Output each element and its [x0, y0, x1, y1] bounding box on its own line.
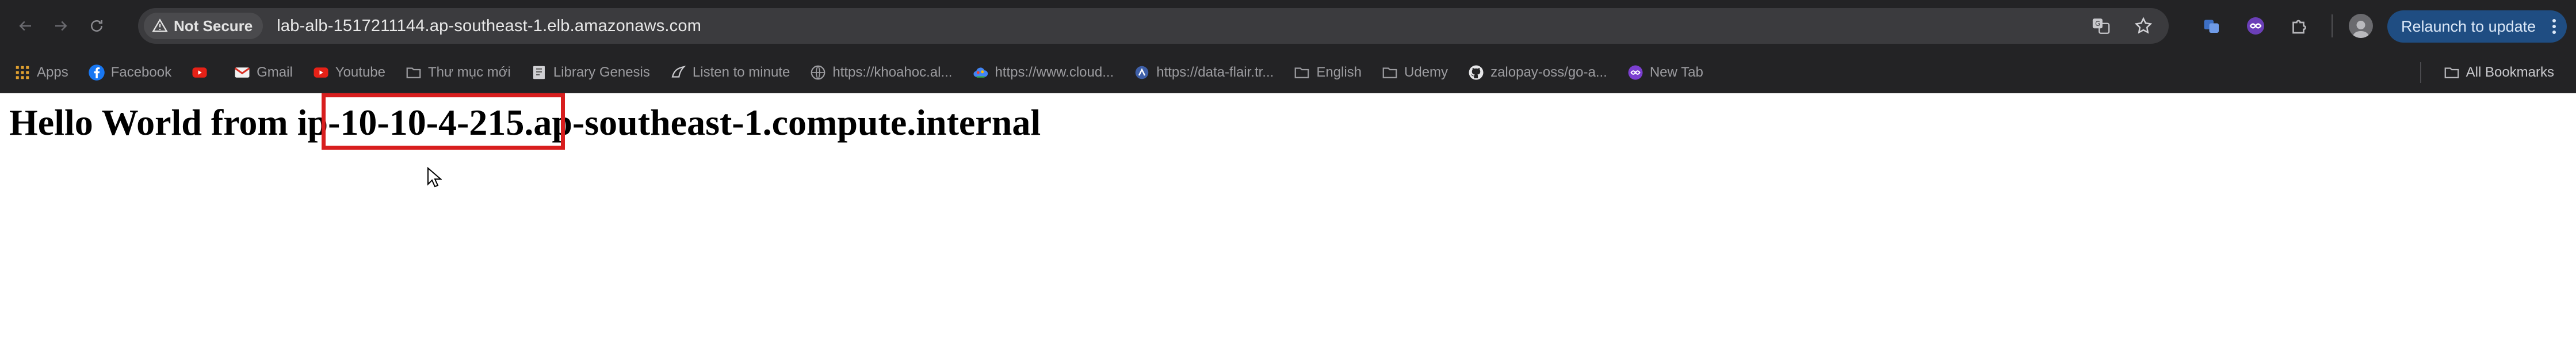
arrow-left-icon: [19, 21, 31, 31]
dataflair-icon: [1135, 66, 1149, 79]
profile-avatar[interactable]: [2349, 14, 2373, 38]
folder-icon: [1294, 67, 1309, 78]
extension-infinity-icon: [2247, 17, 2264, 35]
bookmark-label: Facebook: [110, 64, 172, 80]
more-vert-icon[interactable]: [2552, 18, 2556, 35]
bookmark-label: Apps: [37, 64, 68, 80]
github-icon: [1469, 65, 1484, 79]
bookmark-folder-english[interactable]: English: [1287, 58, 1367, 87]
bookmark-label: https://www.cloud...: [995, 64, 1114, 80]
folder-icon: [406, 67, 421, 78]
all-bookmarks-label: All Bookmarks: [2466, 64, 2554, 80]
bookmark-label: Youtube: [335, 64, 385, 80]
extension-button[interactable]: [2200, 14, 2223, 37]
folder-icon: [2444, 67, 2459, 78]
mouse-cursor-icon: [427, 167, 442, 188]
bookmark-label: Udemy: [1404, 64, 1448, 80]
bookmark-library-genesis[interactable]: Library Genesis: [525, 58, 656, 87]
reload-button[interactable]: [85, 14, 108, 37]
bookmark-label: English: [1316, 64, 1362, 80]
facebook-icon: [88, 64, 105, 81]
star-icon: [2134, 17, 2153, 34]
bookmark-data-flair[interactable]: https://data-flair.tr...: [1128, 58, 1279, 87]
bookmark-cloud[interactable]: https://www.cloud...: [966, 58, 1119, 87]
address-bar[interactable]: Not Secure lab-alb-1517211144.ap-southea…: [138, 8, 2169, 44]
security-label: Not Secure: [174, 17, 253, 35]
extension-translate-icon: [2204, 20, 2219, 33]
browser-toolbar: Not Secure lab-alb-1517211144.ap-southea…: [0, 0, 2576, 52]
bookmark-youtube-unnamed[interactable]: [185, 58, 220, 87]
listen-icon: [671, 65, 686, 78]
bookmark-khoahoc[interactable]: https://khoahoc.al...: [804, 58, 958, 87]
bookmark-facebook[interactable]: Facebook: [82, 58, 177, 87]
bookmark-apps[interactable]: Apps: [8, 58, 74, 87]
bookmark-label: zalopay-oss/go-a...: [1490, 64, 1607, 80]
bookmark-gmail[interactable]: Gmail: [228, 58, 299, 87]
person-icon: [2352, 21, 2369, 38]
page-viewport: Hello World from ip-10-10-4-215.ap-south…: [0, 93, 2576, 342]
bookmark-folder-thu-muc-moi[interactable]: Thư mục mới: [399, 58, 517, 87]
relaunch-button[interactable]: Relaunch to update: [2387, 10, 2567, 43]
reload-icon: [91, 20, 102, 32]
bookmark-label: https://khoahoc.al...: [832, 64, 953, 80]
cloud-icon: [973, 67, 988, 78]
bookmark-star-button[interactable]: [2133, 16, 2154, 36]
bookmark-github-zalopay[interactable]: zalopay-oss/go-a...: [1462, 58, 1613, 87]
bookmark-label: https://data-flair.tr...: [1156, 64, 1274, 80]
apps-grid-icon: [16, 66, 29, 79]
extensions-menu-button[interactable]: [2288, 14, 2311, 37]
bookmark-listen-to-minute[interactable]: Listen to minute: [664, 58, 796, 87]
bookmark-label: Thư mục mới: [428, 64, 511, 80]
folder-icon: [1382, 67, 1397, 78]
bookmarks-bar: Apps Facebook Gmail Youtube Thư mục mới …: [0, 52, 2576, 93]
toolbar-divider: [2332, 14, 2333, 37]
translate-icon: G: [2092, 18, 2110, 34]
puzzle-icon: [2292, 20, 2306, 34]
bookmark-youtube[interactable]: Youtube: [307, 58, 391, 87]
globe-icon: [811, 65, 825, 79]
gmail-icon: [234, 67, 250, 78]
forward-button[interactable]: [49, 14, 72, 37]
annotation-highlight-box: [322, 93, 565, 150]
security-indicator[interactable]: Not Secure: [144, 13, 263, 39]
extensions-area: [2200, 0, 2389, 52]
bookmark-label: New Tab: [1649, 64, 1703, 80]
bookmarks-divider: [2420, 62, 2421, 83]
library-icon: [533, 66, 545, 79]
newtab-icon: [1628, 65, 1643, 79]
bookmark-label: Listen to minute: [692, 64, 790, 80]
youtube-icon: [314, 67, 328, 78]
relaunch-label: Relaunch to update: [2401, 17, 2536, 35]
bookmark-label: Library Genesis: [553, 64, 650, 80]
youtube-icon: [192, 67, 207, 78]
all-bookmarks-button[interactable]: All Bookmarks: [2437, 58, 2560, 87]
bookmark-new-tab[interactable]: New Tab: [1621, 58, 1709, 87]
back-button[interactable]: [14, 14, 37, 37]
bookmark-folder-udemy[interactable]: Udemy: [1375, 58, 1454, 87]
warning-triangle-icon: [152, 18, 168, 32]
svg-text:G: G: [2095, 20, 2100, 28]
bookmark-label: Gmail: [257, 64, 293, 80]
translate-button[interactable]: G: [2090, 16, 2111, 36]
extension-button[interactable]: [2244, 14, 2267, 37]
url-text[interactable]: lab-alb-1517211144.ap-southeast-1.elb.am…: [277, 17, 701, 36]
arrow-right-icon: [55, 21, 67, 31]
